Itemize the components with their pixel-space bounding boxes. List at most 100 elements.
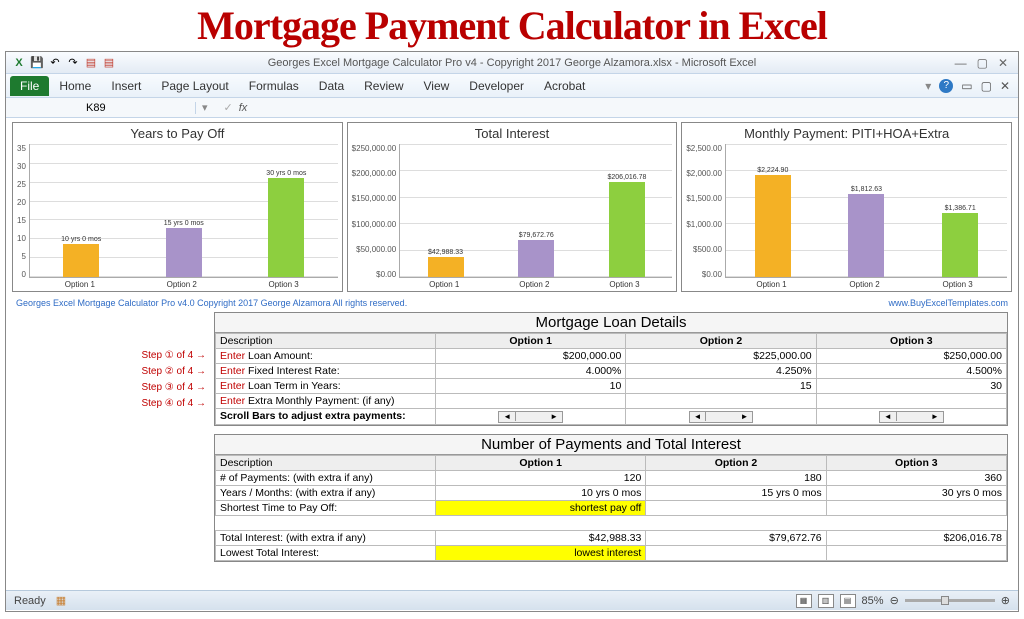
bar-label: $1,812.63 [851,186,882,193]
x-axis-label: Option 2 [489,278,579,289]
fx-cancel-icon[interactable]: ✓ [224,101,233,114]
chart-bar [428,257,464,277]
data-cell [826,500,1006,515]
maximize-icon[interactable]: ▢ [977,56,988,70]
x-axis-label: Option 3 [579,278,669,289]
ribbon-close-icon[interactable]: ✕ [1000,79,1010,93]
macro-record-icon[interactable]: ▦ [56,594,66,607]
step-indicators: Step ① of 4 →Step ② of 4 →Step ③ of 4 →S… [16,312,214,570]
input-cell[interactable]: 4.000% [436,364,626,379]
y-axis: 35302520151050 [17,144,29,289]
zoom-in-icon[interactable]: ⊕ [1001,594,1010,607]
zoom-level: 85% [862,595,884,607]
minimize-icon[interactable]: — [955,56,967,70]
input-cell[interactable] [816,394,1006,409]
input-cell[interactable]: $200,000.00 [436,349,626,364]
ribbon-restore-icon[interactable]: ▢ [981,79,992,93]
data-cell: shortest pay off [436,500,646,515]
input-cell[interactable]: $250,000.00 [816,349,1006,364]
data-cell: 10 yrs 0 mos [436,485,646,500]
chart-title: Monthly Payment: PITI+HOA+Extra [682,123,1011,144]
name-box-dropdown-icon[interactable]: ▾ [196,101,214,114]
x-axis-label: Option 1 [725,278,818,289]
chart-bar [848,194,884,277]
scrollbar-control[interactable]: ◄► [498,411,563,423]
view-page-break-icon[interactable]: ▤ [840,594,856,608]
x-axis-label: Option 3 [911,278,1004,289]
tab-review[interactable]: Review [354,76,413,96]
tab-formulas[interactable]: Formulas [239,76,309,96]
ribbon-minimize-icon[interactable]: ▭ [961,79,972,93]
qat-icon-1[interactable]: ▤ [84,56,98,70]
bar-label: $206,016.78 [608,174,647,181]
mortgage-loan-details-table: Mortgage Loan Details DescriptionOption … [214,312,1008,426]
tab-home[interactable]: Home [49,76,101,96]
input-cell[interactable] [626,394,816,409]
tab-data[interactable]: Data [309,76,354,96]
input-cell[interactable]: 4.500% [816,364,1006,379]
fx-icon[interactable]: fx [239,102,248,114]
view-page-layout-icon[interactable]: ▥ [818,594,834,608]
input-cell[interactable]: 10 [436,379,626,394]
table1-title: Mortgage Loan Details [215,313,1007,333]
scrollbar-control[interactable]: ◄► [689,411,754,423]
payments-interest-table: Number of Payments and Total Interest De… [214,434,1008,562]
x-axis-label: Option 1 [29,278,131,289]
qat-icon-2[interactable]: ▤ [102,56,116,70]
input-cell[interactable]: 30 [816,379,1006,394]
name-box[interactable]: K89 [6,102,196,114]
excel-icon: X [12,56,26,70]
chart-bar [63,244,99,277]
input-cell[interactable]: $225,000.00 [626,349,816,364]
data-cell: $79,672.76 [646,530,826,545]
tab-insert[interactable]: Insert [101,76,151,96]
chart-bar [518,240,554,277]
help-icon[interactable]: ? [939,79,953,93]
excel-window: X 💾 ↶ ↷ ▤ ▤ Georges Excel Mortgage Calcu… [5,51,1019,612]
page-banner: Mortgage Payment Calculator in Excel [0,0,1024,51]
tab-developer[interactable]: Developer [459,76,534,96]
data-cell: 15 yrs 0 mos [646,485,826,500]
x-axis-label: Option 2 [818,278,911,289]
save-icon[interactable]: 💾 [30,56,44,70]
tab-file[interactable]: File [10,76,49,96]
data-cell: lowest interest [436,545,646,560]
y-axis: $2,500.00$2,000.00$1,500.00$1,000.00$500… [686,144,725,289]
worksheet-area: Years to Pay Off 35302520151050 10 yrs 0… [6,118,1018,590]
tab-page-layout[interactable]: Page Layout [151,76,238,96]
bar-label: $2,224.90 [757,167,788,174]
bar-label: 15 yrs 0 mos [164,220,204,227]
data-cell: $206,016.78 [826,530,1006,545]
formula-bar: K89 ▾ ✓ fx [6,98,1018,118]
chart-title: Total Interest [348,123,677,144]
data-cell: 360 [826,470,1006,485]
website-link[interactable]: www.BuyExcelTemplates.com [888,298,1008,308]
tab-acrobat[interactable]: Acrobat [534,76,595,96]
x-axis-label: Option 1 [399,278,489,289]
input-cell[interactable]: 4.250% [626,364,816,379]
ribbon-tabs: File Home Insert Page Layout Formulas Da… [6,74,1018,98]
chart-bar [609,182,645,277]
bar-label: $79,672.76 [519,232,554,239]
chart-2: Monthly Payment: PITI+HOA+Extra $2,500.0… [681,122,1012,292]
data-cell [646,545,826,560]
bar-label: $42,988.33 [428,249,463,256]
input-cell[interactable] [436,394,626,409]
tab-view[interactable]: View [414,76,460,96]
data-cell: 180 [646,470,826,485]
x-axis-label: Option 3 [233,278,335,289]
redo-icon[interactable]: ↷ [66,56,80,70]
zoom-slider[interactable] [905,599,995,602]
zoom-out-icon[interactable]: ⊖ [890,594,899,607]
input-cell[interactable]: 15 [626,379,816,394]
chart-bar [942,213,978,277]
data-cell: $42,988.33 [436,530,646,545]
close-icon[interactable]: ✕ [998,56,1008,70]
ribbon-dropdown-icon[interactable]: ▾ [925,79,931,93]
x-axis-label: Option 2 [131,278,233,289]
scrollbar-control[interactable]: ◄► [879,411,944,423]
undo-icon[interactable]: ↶ [48,56,62,70]
chart-1: Total Interest $250,000.00$200,000.00$15… [347,122,678,292]
y-axis: $250,000.00$200,000.00$150,000.00$100,00… [352,144,400,289]
view-normal-icon[interactable]: ▦ [796,594,812,608]
